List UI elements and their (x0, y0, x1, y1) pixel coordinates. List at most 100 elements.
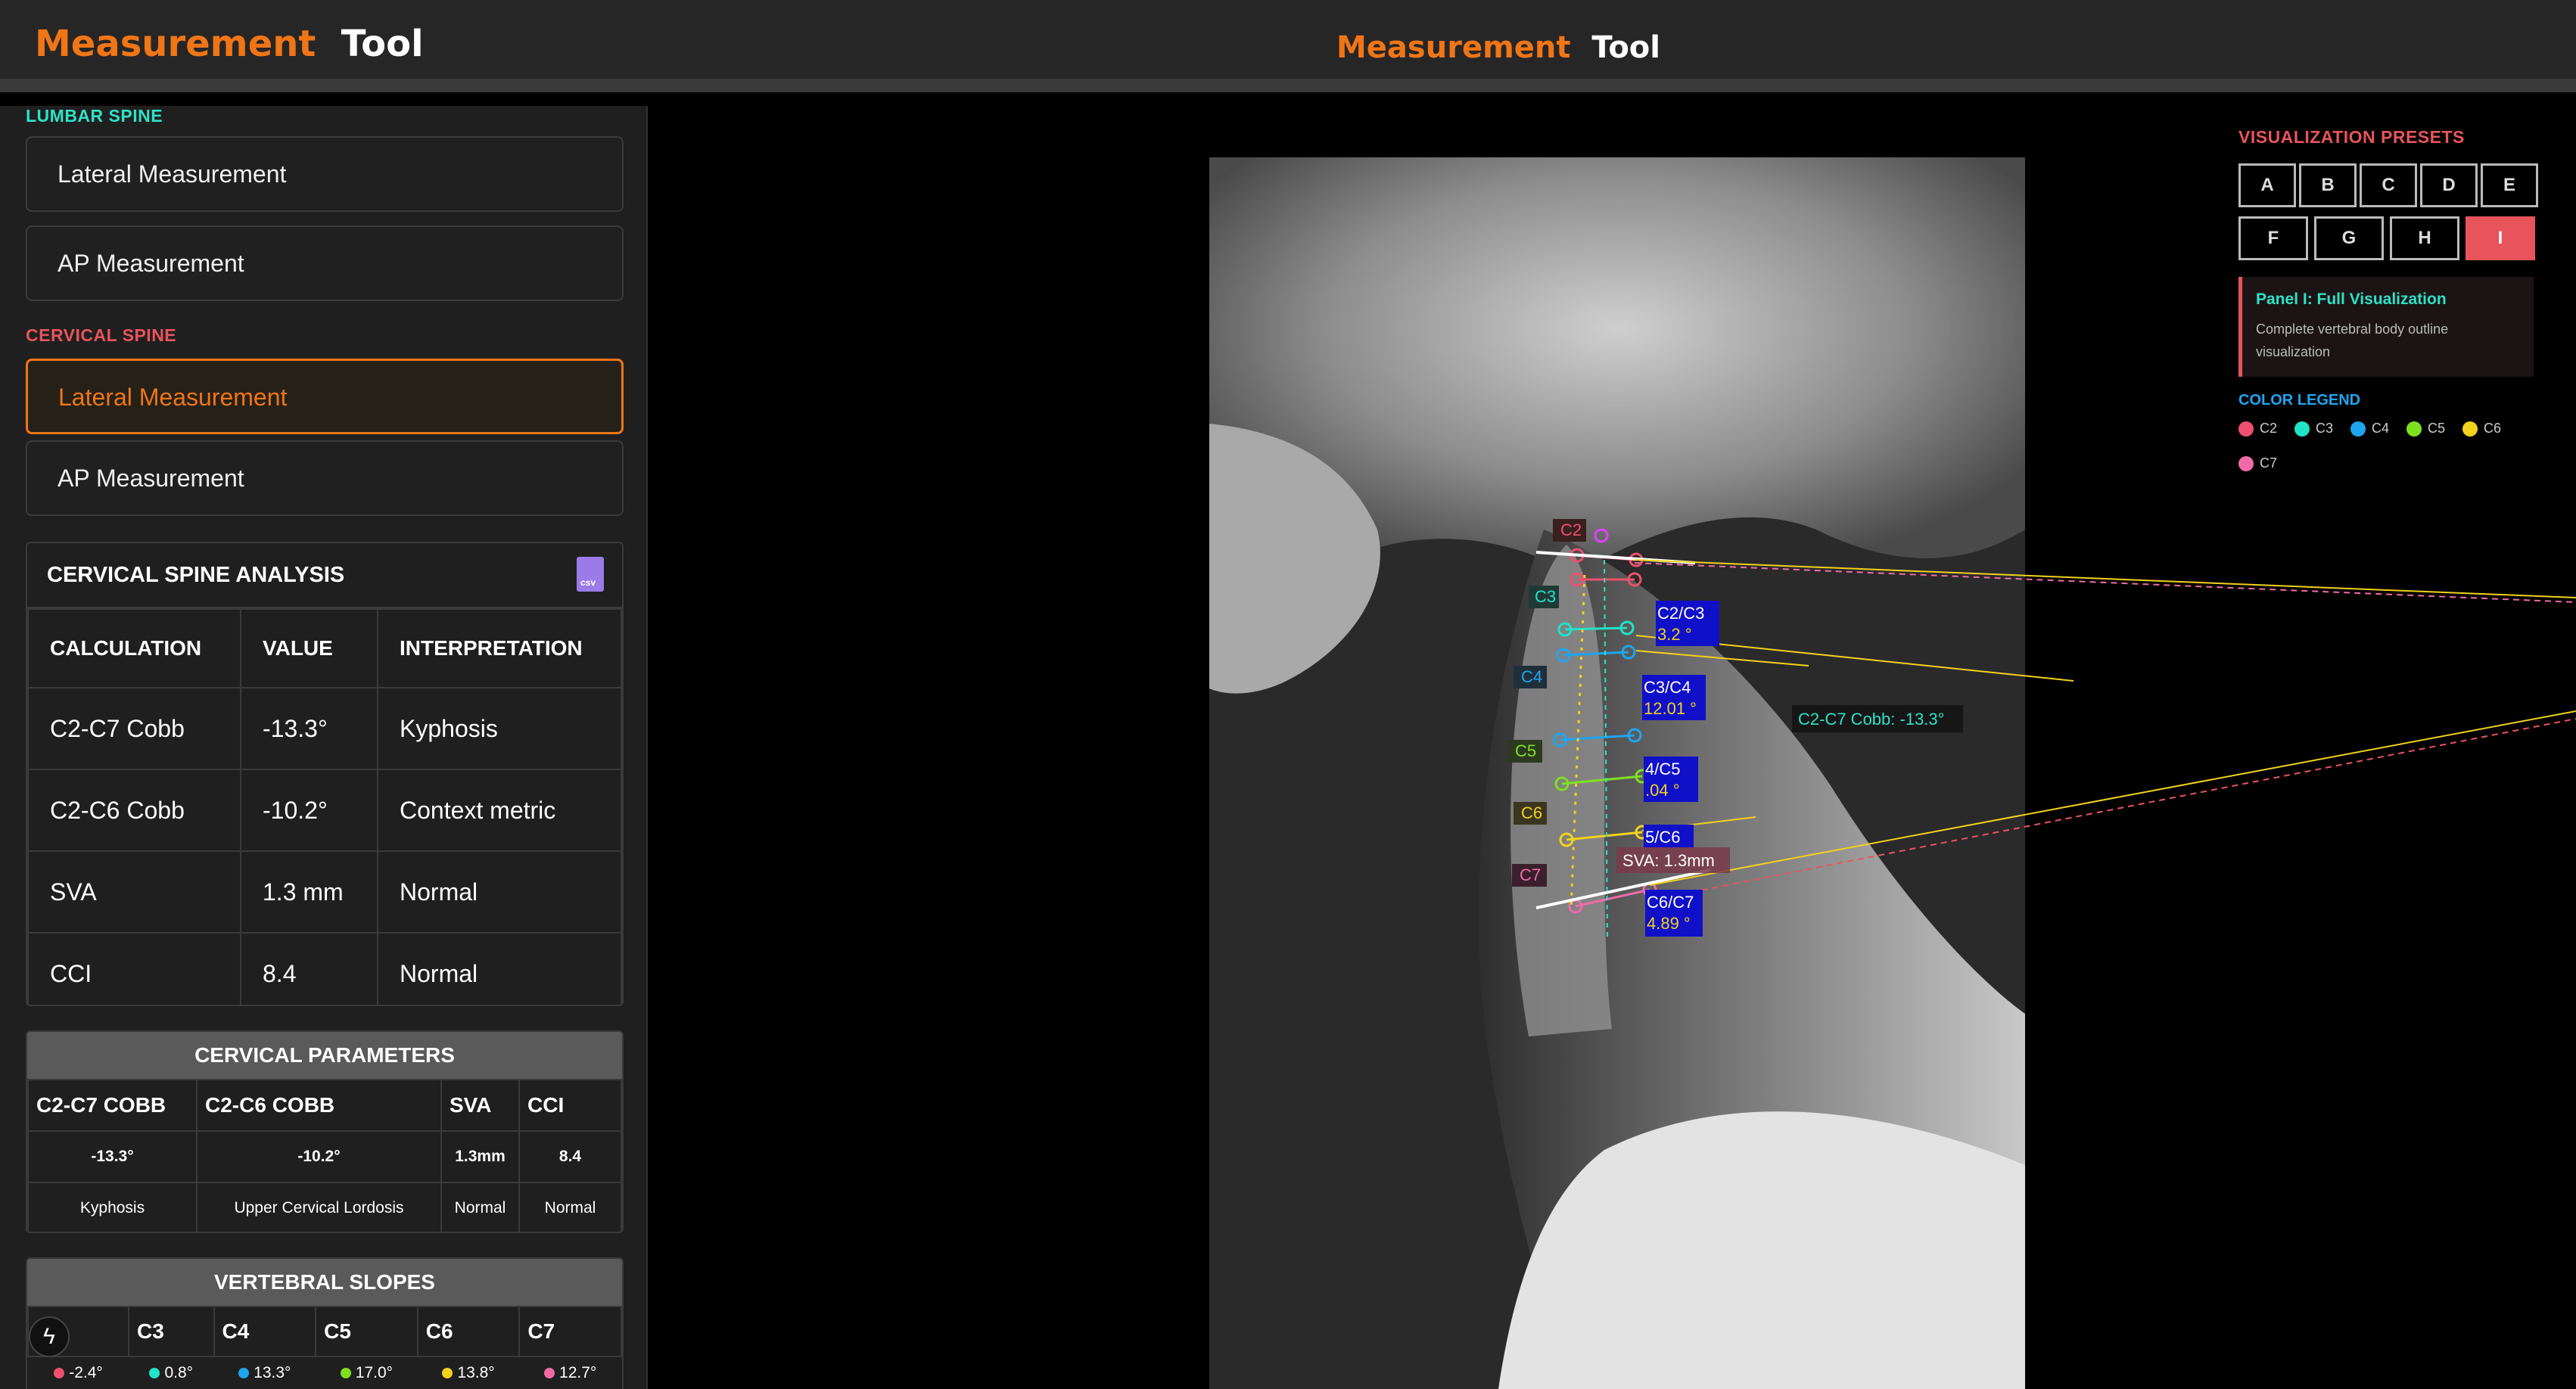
slope-value: 0.8° (164, 1364, 194, 1381)
legend-item-c7: C7 (2238, 455, 2278, 472)
c7-legend-dot-icon (2238, 456, 2254, 472)
legend-title: COLOR LEGEND (2238, 392, 2361, 409)
svg-text:3.2 °: 3.2 ° (1657, 625, 1692, 644)
legend-item-c6: C6 (2462, 421, 2501, 437)
svg-text:12.01 °: 12.01 ° (1644, 699, 1697, 718)
slopes-title: VERTEBRAL SLOPES (27, 1259, 622, 1306)
table-cell: Kyphosis (27, 1182, 198, 1232)
nav-lumbar-lateral[interactable]: Lateral Measurement (26, 136, 624, 212)
cobb-label: C2-C7 Cobb: -13.3° (1792, 705, 1963, 732)
slopes-header-row: C3 C4 C5 C6 C7 (27, 1306, 622, 1357)
slope-value: 12.7° (559, 1364, 597, 1381)
svg-text:C3: C3 (1535, 587, 1556, 606)
table-cell: 1.3 mm (240, 850, 378, 934)
table-cell: Normal (518, 1182, 622, 1232)
column-header: C6 (416, 1306, 521, 1357)
nav-cervical-ap[interactable]: AP Measurement (26, 440, 624, 516)
svg-text:C4: C4 (1521, 667, 1542, 686)
column-header: C3 (128, 1306, 215, 1357)
preset-button-e[interactable]: E (2481, 163, 2538, 207)
table-cell: 8.4 (518, 1130, 622, 1183)
table-cell: C2-C6 Cobb (27, 769, 241, 852)
column-header: C5 (315, 1306, 418, 1357)
slope-value: 13.3° (254, 1364, 291, 1381)
column-header: C4 (213, 1306, 317, 1357)
legend-item-c5: C5 (2406, 421, 2445, 437)
csv-export-icon[interactable] (577, 557, 604, 592)
column-header: CCI (518, 1079, 622, 1132)
svg-text:C2/C3: C2/C3 (1657, 604, 1704, 623)
legend-item-c3: C3 (2294, 421, 2333, 437)
legend-item-c4: C4 (2350, 421, 2389, 437)
analysis-header: CERVICAL SPINE ANALYSIS (27, 543, 622, 608)
angle-label-c2c3: C2/C3 3.2 ° (1656, 601, 1719, 646)
table-header-row: CALCULATION VALUE INTERPRETATION (27, 608, 622, 688)
table-cell: 8.4 (240, 932, 378, 1005)
table-cell: 12.7° (519, 1356, 621, 1389)
slopes-values-row: -2.4° 0.8° 13.3° 17.0° 13.8° 12.7° (28, 1356, 621, 1389)
app-logo: Measurement Tool (35, 23, 424, 65)
presets-title: VISUALIZATION PRESETS (2238, 127, 2465, 147)
c4-legend-dot-icon (2350, 421, 2366, 437)
table-cell: CCI (27, 932, 241, 1005)
table-cell: -10.2° (196, 1130, 442, 1183)
legend-item-c2: C2 (2238, 421, 2277, 437)
nav-lumbar-ap[interactable]: AP Measurement (26, 225, 624, 301)
table-row: C2-C7 Cobb -13.3° Kyphosis (27, 687, 622, 770)
legend-label: C2 (2260, 421, 2278, 436)
vertebra-label-c3: C3 (1529, 586, 1559, 608)
angle-label-c6c7: C6/C7 4.89 ° (1645, 890, 1703, 937)
svg-text:.04 °: .04 ° (1645, 781, 1680, 800)
table-cell: 13.3° (214, 1356, 316, 1389)
column-header: C7 (518, 1306, 622, 1357)
title-word-1: Measurement (1336, 30, 1571, 65)
preset-button-i[interactable]: I (2466, 216, 2535, 260)
preset-button-c[interactable]: C (2360, 163, 2417, 207)
lumbar-section-label: LUMBAR SPINE (26, 106, 163, 126)
c5-legend-dot-icon (2406, 421, 2422, 437)
legend-label: C7 (2260, 455, 2278, 471)
preset-button-b[interactable]: B (2299, 163, 2357, 207)
sva-label: SVA: 1.3mm (1616, 847, 1730, 873)
table-row: CCI 8.4 Normal (27, 932, 622, 1005)
parameters-table: C2-C7 COBB C2-C6 COBB SVA CCI -13.3° -10… (27, 1079, 622, 1232)
slopes-table: C3 C4 C5 C6 C7 -2.4° 0.8° 13.3° 17.0° 13… (27, 1306, 622, 1389)
page-title: Measurement Tool (1336, 30, 1660, 65)
table-cell: -13.3° (27, 1130, 198, 1183)
analysis-panel: CERVICAL SPINE ANALYSIS CALCULATION VALU… (26, 542, 624, 1006)
cervical-section-label: CERVICAL SPINE (26, 325, 177, 345)
parameters-title: CERVICAL PARAMETERS (27, 1032, 622, 1079)
slope-value: 13.8° (457, 1364, 495, 1381)
table-cell: 13.8° (418, 1356, 520, 1389)
preset-button-g[interactable]: G (2314, 216, 2384, 260)
vertebra-label-c4: C4 (1514, 666, 1547, 688)
preset-button-h[interactable]: H (2390, 216, 2459, 260)
c2-dot-icon (54, 1368, 65, 1379)
nav-cervical-lateral[interactable]: Lateral Measurement (26, 359, 624, 434)
preset-button-a[interactable]: A (2238, 163, 2296, 207)
table-cell: 17.0° (316, 1356, 418, 1389)
c6-legend-dot-icon (2462, 421, 2478, 437)
table-cell: -13.3° (240, 687, 378, 770)
endplate-line (1564, 626, 1628, 631)
c5-dot-icon (340, 1368, 351, 1379)
vertebra-label-c5: C5 (1507, 740, 1542, 763)
logo-word-1: Measurement (35, 23, 316, 65)
parameters-values-row: -13.3° -10.2° 1.3mm 8.4 (27, 1130, 622, 1183)
column-header: CALCULATION (27, 608, 241, 688)
table-cell: SVA (27, 850, 241, 934)
svg-text:C2: C2 (1560, 520, 1582, 539)
c6-dot-icon (442, 1368, 453, 1379)
table-cell: 1.3mm (440, 1130, 520, 1183)
lightning-icon[interactable]: ϟ (29, 1316, 70, 1357)
angle-label-c5c6: 5/C6 (1644, 825, 1694, 847)
preset-info-desc: Complete vertebral body outline visualiz… (2256, 322, 2449, 359)
c3-legend-dot-icon (2294, 421, 2310, 437)
svg-text:C3/C4: C3/C4 (1644, 678, 1691, 697)
preset-button-d[interactable]: D (2420, 163, 2478, 207)
c2-legend-dot-icon (2238, 421, 2254, 437)
preset-info-title: Panel I: Full Visualization (2256, 291, 2447, 308)
table-cell: 0.8° (129, 1356, 214, 1389)
preset-button-f[interactable]: F (2238, 216, 2308, 260)
c7-dot-icon (544, 1368, 555, 1379)
